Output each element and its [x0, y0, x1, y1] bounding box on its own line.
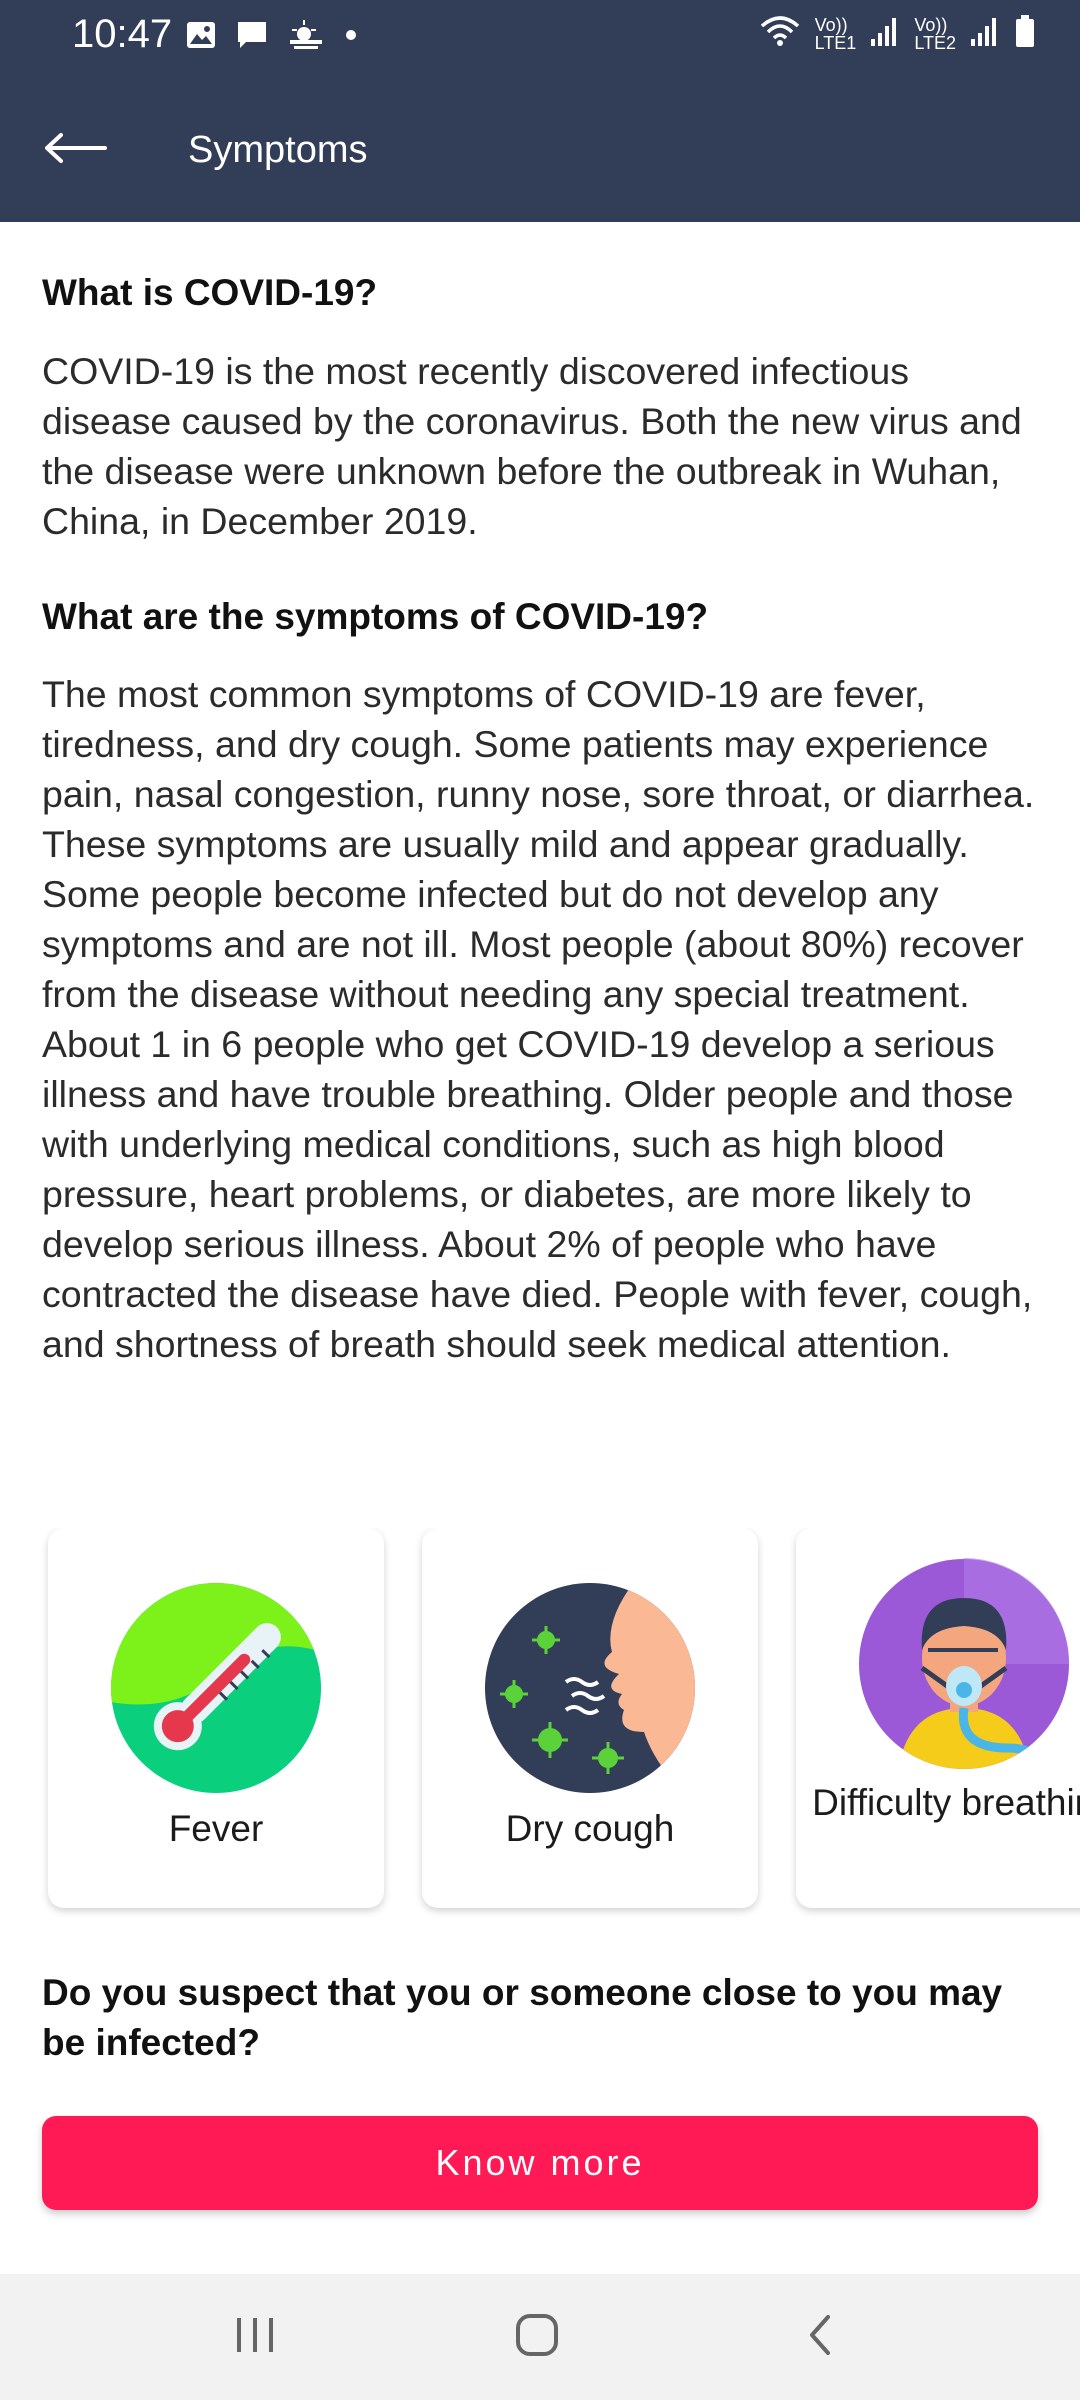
- symptom-label: Fever: [168, 1808, 264, 1849]
- thermometer-icon: [110, 1582, 322, 1794]
- symptom-card-fever[interactable]: Fever: [48, 1528, 384, 1908]
- image-icon: [186, 21, 216, 54]
- weather-icon: [288, 20, 324, 55]
- page-title: Symptoms: [188, 129, 368, 171]
- dot-icon: [344, 28, 358, 47]
- oxygen-mask-icon: [858, 1558, 1070, 1770]
- app-bar: Symptoms: [0, 75, 1080, 222]
- nav-back-button[interactable]: [774, 2302, 864, 2372]
- symptom-label: Dry cough: [505, 1808, 675, 1849]
- arrow-left-icon: [43, 131, 107, 170]
- status-bar: 10:47 Vo)) LTE1 Vo)) LTE2: [0, 0, 1080, 75]
- know-more-button[interactable]: Know more: [42, 2116, 1038, 2210]
- battery-icon: [1014, 14, 1036, 53]
- message-icon: [236, 20, 268, 55]
- symptom-card-dry-cough[interactable]: Dry cough: [422, 1528, 758, 1908]
- sim1-label: Vo)) LTE1: [814, 14, 857, 53]
- signal-icon: [970, 15, 1000, 52]
- system-nav-bar: [0, 2274, 1080, 2400]
- symptom-cards: Fever Dry cough Difficulty breathi: [0, 1528, 1080, 1918]
- recent-apps-icon: [233, 2315, 277, 2360]
- symptom-card-difficulty-breathing[interactable]: Difficulty breathing: [796, 1528, 1080, 1908]
- status-time: 10:47: [72, 12, 173, 56]
- section-heading: What are the symptoms of COVID-19?: [42, 596, 709, 637]
- back-icon: [804, 2313, 834, 2362]
- section-heading: What is COVID-19?: [42, 272, 378, 313]
- cough-icon: [484, 1582, 696, 1794]
- section-body: The most common symptoms of COVID-19 are…: [42, 673, 1035, 1365]
- status-notification-icons: [186, 20, 358, 55]
- signal-icon: [870, 15, 900, 52]
- section-body: COVID-19 is the most recently discovered…: [42, 350, 1022, 542]
- top-bar: 10:47 Vo)) LTE1 Vo)) LTE2 Symptoms: [0, 0, 1080, 222]
- home-icon: [514, 2312, 560, 2363]
- sim2-label: Vo)) LTE2: [914, 14, 956, 53]
- back-button[interactable]: [30, 115, 120, 185]
- symptom-label: Difficulty breathing: [812, 1782, 1080, 1823]
- status-system-icons: Vo)) LTE1 Vo)) LTE2: [759, 14, 1036, 53]
- recent-apps-button[interactable]: [210, 2302, 300, 2372]
- infection-question: Do you suspect that you or someone close…: [42, 1972, 1003, 2063]
- wifi-icon: [759, 14, 801, 53]
- home-button[interactable]: [492, 2302, 582, 2372]
